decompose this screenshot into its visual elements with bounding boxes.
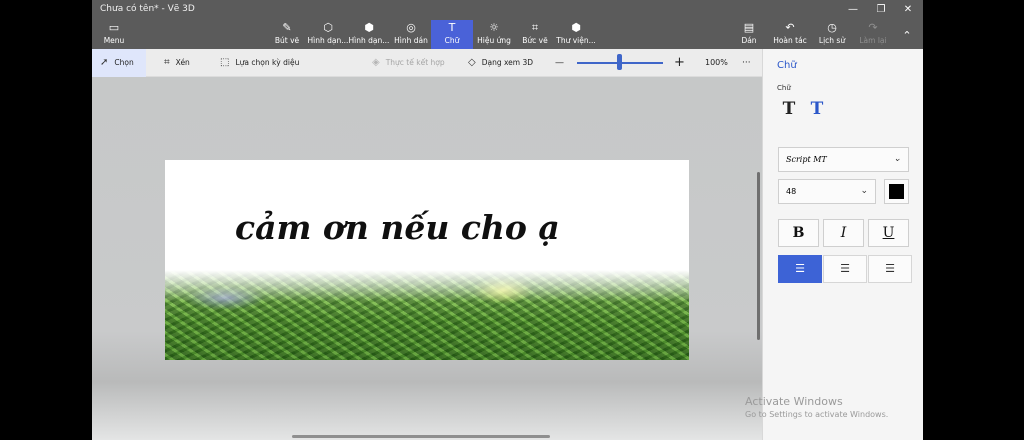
tab-3d-shapes[interactable]: ⬢ Hình dạn... (347, 20, 391, 49)
font-family-dropdown[interactable]: Script MT ⌄ (778, 147, 909, 172)
tab-brushes[interactable]: ✎ Bút vẽ (265, 20, 309, 49)
align-left-icon: ☰ (795, 262, 805, 275)
menu-folder-icon: ▭ (108, 21, 120, 34)
brush-icon: ✎ (282, 21, 292, 34)
collapse-ribbon-button[interactable]: ⌃ (892, 20, 922, 49)
horizontal-scrollbar[interactable] (292, 435, 550, 438)
history-clock-icon: ◷ (827, 21, 837, 34)
font-size-dropdown[interactable]: 48 ⌄ (778, 179, 876, 204)
undo-button[interactable]: ↶ Hoàn tác (768, 20, 812, 49)
title-and-ribbon: Chưa có tên* - Vẽ 3D — ❐ ✕ ▭ Menu ✎ Bút … (92, 0, 923, 49)
paste-button[interactable]: ▤ Dán (727, 20, 771, 49)
tab-canvas[interactable]: ⌗ Bức vẽ (513, 20, 557, 49)
undo-icon: ↶ (785, 21, 795, 34)
text-properties-panel: Chữ Chữ T T Script MT ⌄ 48 ⌄ B I U ☰ ☰ ☰ (762, 49, 923, 440)
sticker-icon: ◎ (406, 21, 416, 34)
redo-button[interactable]: ↷ Làm lại (851, 20, 895, 49)
menu-button[interactable]: ▭ Menu (92, 20, 136, 49)
panel-title: Chữ (777, 60, 797, 71)
zoom-level: 100% (705, 58, 728, 67)
underline-button[interactable]: U (868, 219, 909, 247)
mixed-reality-button[interactable]: ◈ Thực tế kết hợp (372, 49, 445, 77)
close-button[interactable]: ✕ (895, 2, 921, 18)
redo-icon: ↷ (868, 21, 878, 34)
history-button[interactable]: ◷ Lịch sử (810, 20, 854, 49)
shapes-2d-icon: ⬡ (323, 21, 333, 34)
crop-tool[interactable]: ⌗ Xén (164, 49, 190, 77)
secondary-toolbar: ➚ Chọn ⌗ Xén ⬚ Lựa chọn kỳ diệu ◈ Thực tế kế… (92, 49, 762, 77)
activate-windows-watermark: Activate Windows Go to Settings to activ… (745, 395, 889, 419)
align-left-button[interactable]: ☰ (778, 255, 822, 283)
more-options-button[interactable]: ··· (742, 49, 751, 77)
bold-button[interactable]: B (778, 219, 819, 247)
minimize-button[interactable]: — (840, 2, 866, 18)
magic-select-tool[interactable]: ⬚ Lựa chọn kỳ diệu (220, 49, 299, 77)
canvas-crop-icon: ⌗ (531, 21, 539, 34)
canvas-area[interactable]: cảm ơn nếu cho ạ (92, 77, 762, 440)
mixed-reality-icon: ◈ (372, 57, 380, 68)
align-right-icon: ☰ (885, 262, 895, 275)
text-icon: T (448, 21, 456, 34)
cursor-icon: ➚ (100, 57, 109, 68)
align-right-button[interactable]: ☰ (868, 255, 912, 283)
tab-stickers[interactable]: ◎ Hình dán (389, 20, 433, 49)
view-3d-icon: ◇ (468, 57, 476, 68)
crop-icon: ⌗ (164, 57, 170, 68)
view-3d-button[interactable]: ◇ Dạng xem 3D (468, 49, 533, 77)
zoom-in-button[interactable]: + (674, 49, 685, 77)
zoom-out-button[interactable]: — (555, 49, 564, 77)
text-color-picker[interactable] (884, 179, 909, 204)
tab-2d-shapes[interactable]: ⬡ Hình dạn... (306, 20, 350, 49)
select-tool[interactable]: ➚ Chọn (92, 49, 146, 77)
restore-button[interactable]: ❐ (868, 2, 894, 18)
chevron-up-icon: ⌃ (902, 29, 912, 42)
effects-sun-icon: ☼ (489, 21, 499, 34)
zoom-slider-thumb[interactable] (617, 54, 622, 70)
tab-effects[interactable]: ☼ Hiệu ứng (472, 20, 516, 49)
italic-button[interactable]: I (823, 219, 864, 247)
grass-image (165, 270, 689, 360)
chevron-down-icon: ⌄ (893, 154, 901, 164)
canvas-text-box[interactable]: cảm ơn nếu cho ạ (235, 208, 560, 247)
cube-icon: ⬢ (364, 21, 374, 34)
color-swatch-fill (889, 184, 904, 199)
text-3d-icon[interactable]: T (807, 99, 827, 119)
align-center-icon: ☰ (840, 262, 850, 275)
text-2d-icon[interactable]: T (779, 99, 799, 119)
tab-3d-library[interactable]: ⬢ Thư viện... (554, 20, 598, 49)
magic-select-icon: ⬚ (220, 57, 230, 68)
drawing-canvas[interactable]: cảm ơn nếu cho ạ (165, 160, 689, 360)
window-title: Chưa có tên* - Vẽ 3D (100, 4, 195, 14)
panel-section-label: Chữ (777, 84, 791, 92)
paste-clipboard-icon: ▤ (743, 21, 755, 34)
chevron-down-icon: ⌄ (860, 186, 868, 196)
paint-3d-window: Chưa có tên* - Vẽ 3D — ❐ ✕ ▭ Menu ✎ Bút … (92, 0, 923, 440)
vertical-scrollbar[interactable] (757, 172, 760, 340)
library-icon: ⬢ (571, 21, 581, 34)
tab-text[interactable]: T Chữ (431, 20, 473, 49)
align-center-button[interactable]: ☰ (823, 255, 867, 283)
